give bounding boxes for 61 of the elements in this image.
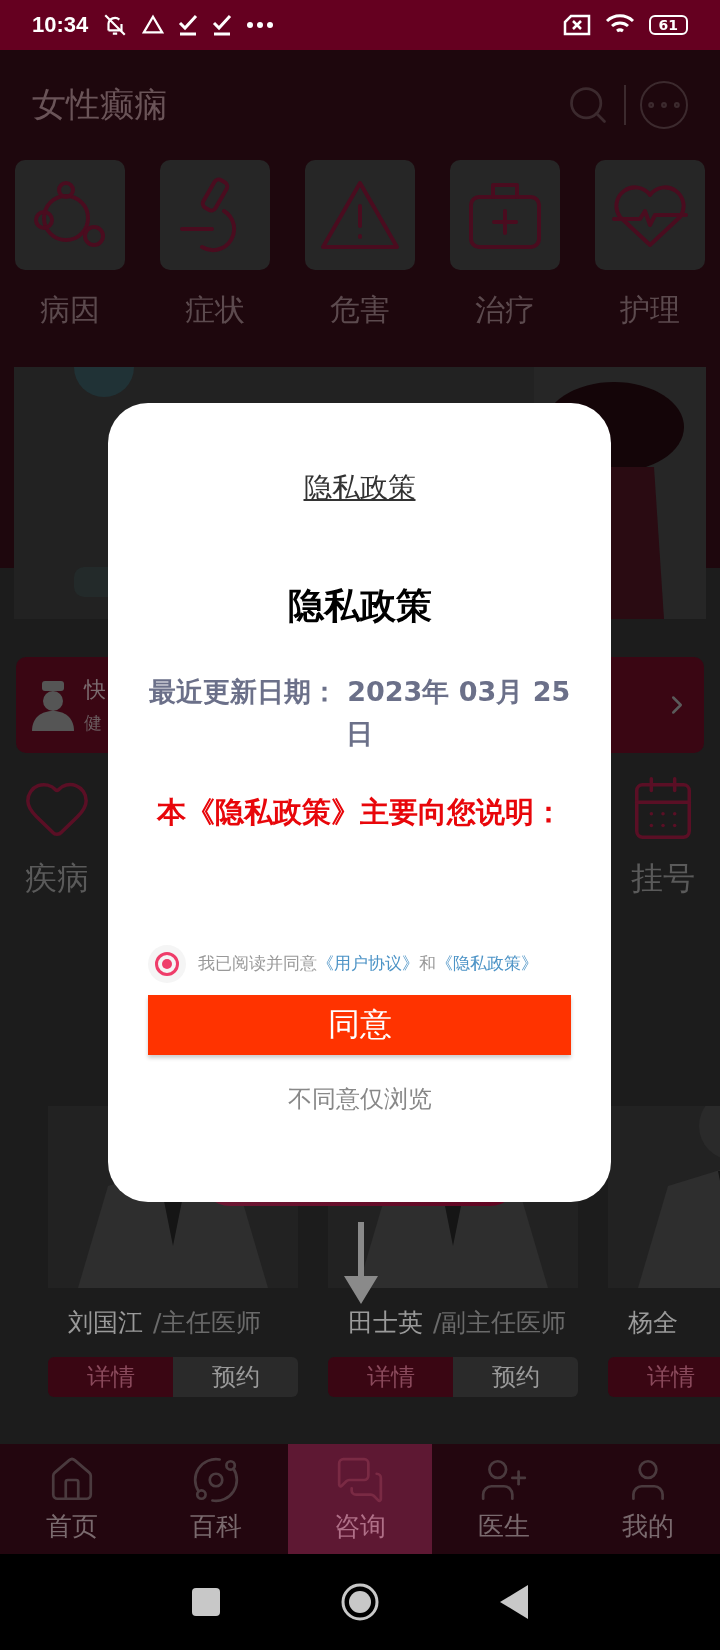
details-button[interactable]: 详情 — [328, 1357, 453, 1397]
more-icon — [246, 21, 275, 29]
nurse-icon — [30, 679, 76, 731]
check-icon — [178, 14, 199, 36]
doctor-name: 杨全 — [628, 1307, 678, 1339]
app-title: 女性癫痫 — [32, 83, 169, 126]
category-tile[interactable] — [305, 160, 415, 270]
tab[interactable]: 首页 — [0, 1444, 144, 1554]
card-title: 快 — [84, 676, 106, 704]
more-icon[interactable] — [640, 81, 688, 129]
down-arrow-icon — [344, 1222, 378, 1304]
details-button[interactable]: 详情 — [608, 1357, 720, 1397]
heart-pulse-icon — [612, 183, 688, 247]
tab[interactable]: 医生 — [432, 1444, 576, 1554]
tab-label: 咨询 — [334, 1509, 386, 1543]
tab[interactable]: 咨询 — [288, 1444, 432, 1554]
update-date: 最近更新日期： 2023年 03月 25日 — [148, 675, 571, 751]
square-icon[interactable] — [192, 1588, 220, 1616]
book-button[interactable]: 预约 — [453, 1357, 578, 1397]
doctor-name: 刘国江 — [68, 1307, 143, 1339]
user-agreement-link[interactable]: 《用户协议》 — [317, 953, 419, 974]
category-tile[interactable] — [450, 160, 560, 270]
tab-label: 首页 — [46, 1509, 98, 1543]
tab-label: 医生 — [478, 1509, 530, 1543]
privacy-policy-link[interactable]: 隐私政策 — [303, 469, 416, 507]
tab-label: 百科 — [190, 1509, 242, 1543]
check-icon — [212, 14, 233, 36]
policy-intro: 本《隐私政策》主要向您说明： — [156, 793, 563, 831]
details-button[interactable]: 详情 — [48, 1357, 173, 1397]
category-tile[interactable] — [160, 160, 270, 270]
doctor-title: /主任医师 — [153, 1307, 262, 1339]
status-time: 10:34 — [32, 12, 89, 38]
shortcut-label: 挂号 — [631, 858, 695, 899]
sim-off-icon — [562, 14, 591, 36]
dialog-heading: 隐私政策 — [287, 584, 432, 628]
category-tile[interactable] — [15, 160, 125, 270]
doctor-name: 田士英 — [348, 1307, 423, 1339]
consent-radio[interactable] — [148, 944, 186, 983]
book-button[interactable]: 预约 — [173, 1357, 298, 1397]
consent-text: 我已阅读并同意《用户协议》和《隐私政策》 — [198, 952, 538, 976]
tab[interactable]: 我的 — [576, 1444, 720, 1554]
doctor-title: /副主任医师 — [433, 1307, 567, 1339]
triangle-icon — [142, 14, 165, 36]
category-label: 护理 — [620, 291, 680, 329]
category-label: 治疗 — [475, 291, 535, 329]
category-tile[interactable] — [595, 160, 705, 270]
battery-level: 61 — [648, 15, 688, 35]
home-button-icon[interactable] — [340, 1582, 380, 1622]
tab-label: 我的 — [622, 1509, 674, 1543]
agree-button[interactable]: 同意 — [148, 994, 571, 1055]
category-label: 危害 — [330, 291, 390, 329]
category-label: 症状 — [185, 291, 245, 329]
category-label: 病因 — [40, 291, 100, 329]
privacy-policy-link[interactable]: 《隐私政策》 — [436, 953, 538, 974]
tab[interactable]: 百科 — [144, 1444, 288, 1554]
decline-link[interactable]: 不同意仅浏览 — [287, 1082, 432, 1115]
card-subtitle: 健 — [84, 711, 102, 735]
warning-icon — [320, 180, 400, 250]
medical-kit-icon — [469, 181, 541, 249]
shortcut-label: 疾病 — [25, 858, 89, 899]
back-icon[interactable] — [500, 1585, 528, 1619]
